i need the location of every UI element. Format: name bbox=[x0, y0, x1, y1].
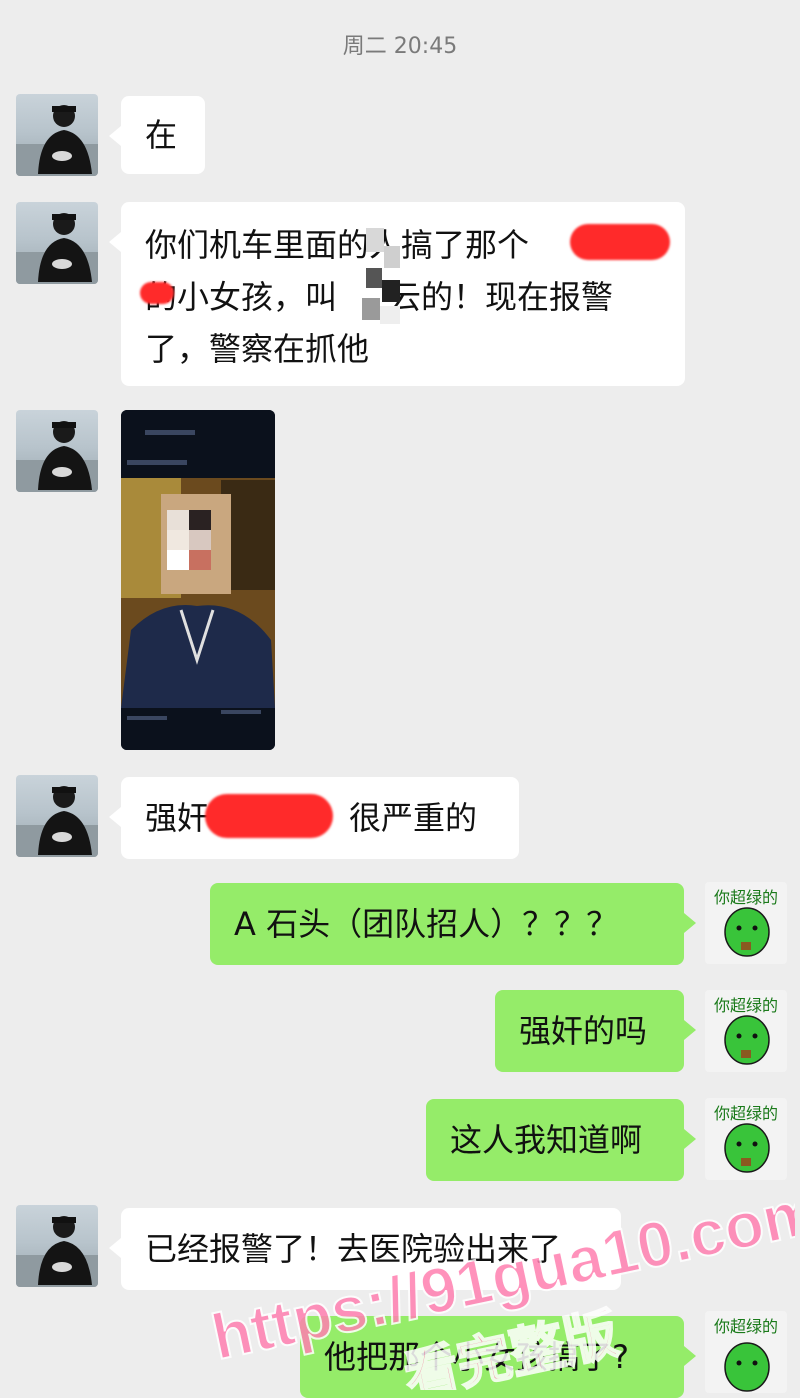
contact-avatar[interactable] bbox=[16, 1205, 98, 1287]
red-redaction-mark bbox=[140, 282, 174, 304]
red-redaction-mark bbox=[205, 794, 333, 838]
person-silhouette-icon bbox=[16, 786, 98, 857]
message-text: 的小女孩，叫 bbox=[145, 278, 338, 316]
self-avatar-label: 你超绿的 bbox=[713, 996, 778, 1015]
self-avatar-label: 你超绿的 bbox=[713, 888, 778, 907]
message-bubble[interactable]: 强奸的吗 bbox=[495, 990, 696, 1072]
message-text: A 石头（团队招人）？？？ bbox=[234, 905, 619, 943]
person-silhouette-icon bbox=[16, 105, 98, 176]
photo-thumbnail bbox=[121, 410, 275, 750]
pixel-mosaic-redaction bbox=[362, 228, 400, 324]
image-message[interactable] bbox=[121, 410, 275, 750]
message-bubble[interactable]: A 石头（团队招人）？？？ bbox=[210, 883, 696, 965]
contact-avatar[interactable] bbox=[16, 202, 98, 284]
person-silhouette-icon bbox=[16, 213, 98, 284]
person-silhouette-icon bbox=[16, 421, 98, 492]
contact-avatar[interactable] bbox=[16, 775, 98, 857]
message-bubble[interactable]: 在 bbox=[109, 96, 205, 174]
message-text: 这人我知道啊 bbox=[450, 1121, 643, 1159]
self-avatar[interactable]: 你超绿的 bbox=[705, 990, 787, 1072]
self-avatar-label: 你超绿的 bbox=[713, 1104, 778, 1123]
self-avatar[interactable]: 你超绿的 bbox=[705, 1311, 787, 1393]
message-bubble[interactable]: 已经报警了！去医院验出来了 bbox=[109, 1208, 621, 1290]
message-text: 了，警察在抓他 bbox=[145, 330, 370, 368]
red-redaction-mark bbox=[570, 224, 670, 260]
message-bubble[interactable]: 这人我知道啊 bbox=[426, 1099, 696, 1181]
message-text: 已经报警了！去医院验出来了 bbox=[145, 1230, 562, 1268]
person-silhouette-icon bbox=[16, 1216, 98, 1287]
contact-avatar[interactable] bbox=[16, 410, 98, 492]
message-text: 他把那个小女孩搞了? bbox=[324, 1338, 629, 1376]
message-text: 强奸的吗 bbox=[519, 1012, 648, 1050]
message-text: 你们机车里面的人搞了那个 bbox=[145, 226, 530, 264]
self-avatar[interactable]: 你超绿的 bbox=[705, 1098, 787, 1180]
self-avatar-label: 你超绿的 bbox=[713, 1317, 778, 1336]
timestamp: 周二 20:45 bbox=[342, 34, 458, 59]
message-text: 很严重的 bbox=[349, 799, 478, 837]
message-text: 云的！现在报警 bbox=[389, 278, 614, 316]
self-avatar[interactable]: 你超绿的 bbox=[705, 882, 787, 964]
message-text: 强奸 bbox=[145, 799, 210, 837]
message-bubble[interactable]: 他把那个小女孩搞了? bbox=[300, 1316, 696, 1398]
message-text: 在 bbox=[145, 116, 178, 154]
contact-avatar[interactable] bbox=[16, 94, 98, 176]
